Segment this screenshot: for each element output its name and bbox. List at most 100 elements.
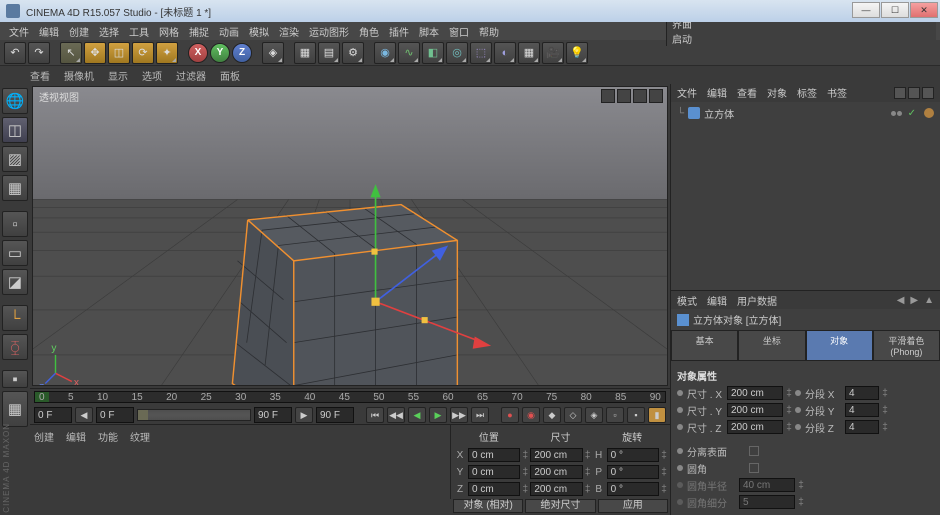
texture-mode-button[interactable]: ▨	[2, 146, 28, 172]
step-fwd-button[interactable]: ▶▶	[450, 407, 468, 423]
add-subdivision-button[interactable]: ◎	[446, 42, 468, 64]
om-tab[interactable]: 标签	[797, 85, 817, 100]
key-pla-button[interactable]: ▪	[627, 407, 645, 423]
step-back-button[interactable]: ◀◀	[387, 407, 405, 423]
axis-button[interactable]: └	[2, 305, 28, 331]
nav-fwd-icon[interactable]: ▶	[910, 295, 918, 306]
rot-field[interactable]: 0 °	[607, 448, 659, 462]
viewport-tab[interactable]: 查看	[30, 68, 50, 83]
vp-nav-icon[interactable]	[633, 89, 647, 103]
snap-button[interactable]: ⧲	[2, 334, 28, 360]
size-field[interactable]: 200 cm	[727, 386, 783, 400]
material-tab[interactable]: 功能	[98, 429, 118, 444]
vp-nav-icon[interactable]	[617, 89, 631, 103]
attr-tab[interactable]: 对象	[806, 330, 873, 361]
seg-field[interactable]: 4	[845, 386, 879, 400]
coord-button[interactable]: 对象 (相对)	[453, 499, 523, 513]
vp-nav-icon[interactable]	[601, 89, 615, 103]
om-icon[interactable]	[894, 87, 906, 99]
timeline-scrub[interactable]	[137, 409, 251, 421]
add-light-button[interactable]: 💡	[566, 42, 588, 64]
menu-item[interactable]: 角色	[354, 24, 384, 39]
attr-tab[interactable]: 平滑着色(Phong)	[873, 330, 940, 361]
menu-item[interactable]: 创建	[64, 24, 94, 39]
om-tab[interactable]: 书签	[827, 85, 847, 100]
frame-end[interactable]: 90 F	[316, 407, 354, 423]
seg-field[interactable]: 4	[845, 403, 879, 417]
viewport-tab[interactable]: 显示	[108, 68, 128, 83]
material-tab[interactable]: 创建	[34, 429, 54, 444]
axis-y-toggle[interactable]: Y	[210, 43, 230, 63]
rotate-tool[interactable]: ⟳	[132, 42, 154, 64]
pos-field[interactable]: 0 cm	[468, 448, 520, 462]
rot-field[interactable]: 0 °	[607, 465, 659, 479]
menu-item[interactable]: 网格	[154, 24, 184, 39]
attr-tab[interactable]: 坐标	[738, 330, 805, 361]
menu-item[interactable]: 捕捉	[184, 24, 214, 39]
key-options-button[interactable]: ▮	[648, 407, 666, 423]
fillet-checkbox[interactable]	[749, 463, 759, 473]
pos-field[interactable]: 0 cm	[468, 465, 520, 479]
viewport-tab[interactable]: 选项	[142, 68, 162, 83]
menu-item[interactable]: 运动图形	[304, 24, 354, 39]
visibility-dots[interactable]	[891, 111, 902, 116]
fillet-radius-field[interactable]: 40 cm	[739, 478, 795, 492]
material-tab[interactable]: 编辑	[66, 429, 86, 444]
edge-mode-button[interactable]: ▭	[2, 240, 28, 266]
menu-item[interactable]: 插件	[384, 24, 414, 39]
separate-checkbox[interactable]	[749, 446, 759, 456]
axis-z-toggle[interactable]: Z	[232, 43, 252, 63]
render-settings-button[interactable]: ⚙	[342, 42, 364, 64]
play-button[interactable]: ▶	[429, 407, 447, 423]
add-environment-button[interactable]: ▦	[518, 42, 540, 64]
menu-item[interactable]: 模拟	[244, 24, 274, 39]
om-tab[interactable]: 文件	[677, 85, 697, 100]
undo-button[interactable]: ↶	[4, 42, 26, 64]
maximize-button[interactable]: ☐	[881, 2, 909, 18]
menu-item[interactable]: 文件	[4, 24, 34, 39]
redo-button[interactable]: ↷	[28, 42, 50, 64]
nav-back-icon[interactable]: ◀	[897, 295, 905, 306]
object-row[interactable]: └ 立方体 ✓	[677, 106, 934, 121]
size-field[interactable]: 200 cm	[530, 482, 582, 496]
viewport-tab[interactable]: 面板	[220, 68, 240, 83]
record-button[interactable]: ●	[501, 407, 519, 423]
render-view-button[interactable]: ▦	[294, 42, 316, 64]
model-mode-button[interactable]: ◫	[2, 117, 28, 143]
add-camera-button[interactable]: 🎥	[542, 42, 564, 64]
viewport-solo-button[interactable]: ▪	[2, 370, 28, 388]
goto-end-button[interactable]: ⏭	[471, 407, 489, 423]
om-tab[interactable]: 查看	[737, 85, 757, 100]
move-tool[interactable]: ✥	[84, 42, 106, 64]
menu-item[interactable]: 编辑	[34, 24, 64, 39]
key-rot-button[interactable]: ◈	[585, 407, 603, 423]
add-array-button[interactable]: ⬚	[470, 42, 492, 64]
om-tab[interactable]: 编辑	[707, 85, 727, 100]
material-tab[interactable]: 纹理	[130, 429, 150, 444]
coord-button[interactable]: 绝对尺寸	[525, 499, 595, 513]
menu-item[interactable]: 窗口	[444, 24, 474, 39]
polygon-mode-button[interactable]: ◪	[2, 269, 28, 295]
add-spline-button[interactable]: ∿	[398, 42, 420, 64]
viewport-tab[interactable]: 过滤器	[176, 68, 206, 83]
viewport-tab[interactable]: 摄像机	[64, 68, 94, 83]
axis-x-toggle[interactable]: X	[188, 43, 208, 63]
point-mode-button[interactable]: ▫	[2, 211, 28, 237]
autokey-button[interactable]: ◉	[522, 407, 540, 423]
size-field[interactable]: 200 cm	[530, 465, 582, 479]
close-button[interactable]: ✕	[910, 2, 938, 18]
pos-field[interactable]: 0 cm	[468, 482, 520, 496]
next-key-button[interactable]: ▶	[295, 407, 313, 423]
attr-menu-item[interactable]: 编辑	[707, 293, 727, 308]
menu-item[interactable]: 帮助	[474, 24, 504, 39]
scale-tool[interactable]: ◫	[108, 42, 130, 64]
om-icon[interactable]	[908, 87, 920, 99]
menu-item[interactable]: 动画	[214, 24, 244, 39]
menu-item[interactable]: 渲染	[274, 24, 304, 39]
recent-tool[interactable]: ✦	[156, 42, 178, 64]
menu-item[interactable]: 选择	[94, 24, 124, 39]
minimize-button[interactable]: —	[852, 2, 880, 18]
play-back-button[interactable]: ◀	[408, 407, 426, 423]
object-tree[interactable]: └ 立方体 ✓	[671, 102, 940, 291]
om-icon[interactable]	[922, 87, 934, 99]
